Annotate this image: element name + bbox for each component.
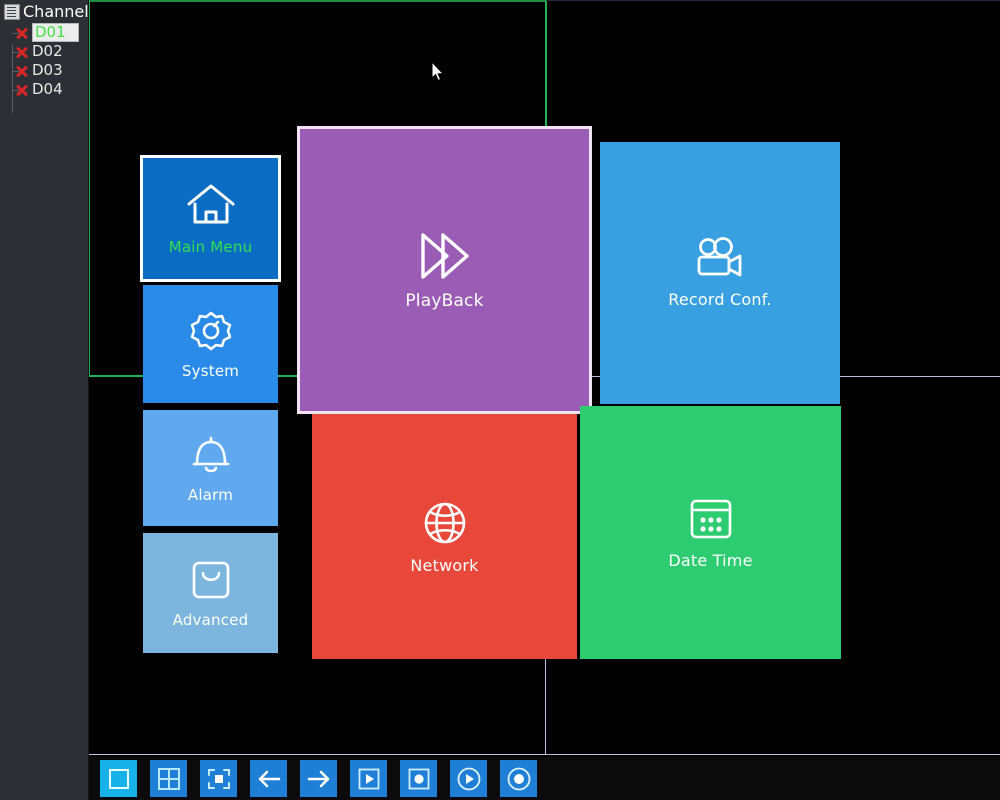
- x-mark-icon[interactable]: [14, 63, 30, 79]
- toolbar-button-fullscreen-view[interactable]: [200, 760, 237, 797]
- channel-label: D03: [32, 61, 63, 79]
- list-icon: [4, 4, 20, 20]
- gear-icon: [189, 309, 233, 353]
- menu-tile-record-conf[interactable]: Record Conf.: [600, 142, 840, 404]
- x-mark-icon[interactable]: [14, 25, 30, 41]
- menu-tile-network[interactable]: Network: [312, 414, 577, 659]
- channel-header: Channel: [0, 0, 89, 22]
- menu-tile-playback[interactable]: PlayBack: [297, 126, 592, 414]
- menu-tile-label: Alarm: [187, 485, 234, 504]
- single-pane-icon: [107, 767, 131, 791]
- grid-divider-top-right: [546, 0, 1000, 1]
- channel-list-item-d01[interactable]: D01: [0, 23, 88, 42]
- x-mark-icon[interactable]: [14, 82, 30, 98]
- channel-list-item-d02[interactable]: D02: [0, 42, 88, 61]
- arrow-right-icon: [306, 768, 332, 790]
- menu-tile-label: Date Time: [668, 550, 753, 570]
- menu-tile-label: Main Menu: [168, 238, 253, 256]
- arrow-cursor-icon: [431, 60, 445, 82]
- channel-list-item-d04[interactable]: D04: [0, 80, 88, 99]
- toolbar-button-play-circle[interactable]: [450, 760, 487, 797]
- circle-play-icon: [456, 766, 482, 792]
- menu-tile-main-menu[interactable]: Main Menu: [140, 155, 281, 282]
- channel-sidebar: Channel D01 D02 D03 D04: [0, 0, 89, 800]
- menu-tile-date-time[interactable]: Date Time: [580, 406, 841, 659]
- toolbar-button-record-square[interactable]: [400, 760, 437, 797]
- toolbar-button-previous[interactable]: [250, 760, 287, 797]
- quad-pane-icon: [157, 767, 181, 791]
- channel-label: D04: [32, 80, 63, 98]
- toolbox-icon: [189, 558, 233, 602]
- menu-tile-advanced[interactable]: Advanced: [143, 533, 278, 653]
- arrow-left-icon: [256, 768, 282, 790]
- channel-header-label: Channel: [23, 2, 89, 21]
- square-record-icon: [407, 767, 431, 791]
- menu-tile-label: Network: [410, 555, 479, 575]
- home-icon: [184, 181, 238, 229]
- nvr-app-window: Channel D01 D02 D03 D04 Main Menu System…: [0, 0, 1000, 800]
- menu-tile-label: Advanced: [172, 610, 249, 629]
- toolbar-button-play-square[interactable]: [350, 760, 387, 797]
- bottom-toolbar: [89, 757, 1000, 800]
- channel-list: D01 D02 D03 D04: [0, 23, 88, 99]
- menu-tile-label: Record Conf.: [668, 290, 772, 309]
- fast-forward-icon: [417, 230, 473, 282]
- circle-record-icon: [506, 766, 532, 792]
- grid-divider-bottom: [88, 754, 1000, 755]
- grid-divider-top: [88, 0, 545, 2]
- x-mark-icon[interactable]: [14, 44, 30, 60]
- toolbar-button-single-view[interactable]: [100, 760, 137, 797]
- channel-list-item-d03[interactable]: D03: [0, 61, 88, 80]
- bell-icon: [188, 433, 234, 477]
- menu-tile-label: System: [181, 361, 240, 380]
- video-camera-icon: [694, 237, 746, 281]
- toolbar-button-quad-view[interactable]: [150, 760, 187, 797]
- fullscreen-icon: [206, 767, 232, 791]
- globe-icon: [421, 499, 469, 547]
- menu-tile-system[interactable]: System: [143, 285, 278, 403]
- toolbar-button-record-circle[interactable]: [500, 760, 537, 797]
- toolbar-button-next[interactable]: [300, 760, 337, 797]
- square-play-icon: [357, 767, 381, 791]
- channel-label: D02: [32, 42, 63, 60]
- menu-tile-label: PlayBack: [405, 290, 484, 311]
- channel-label: D01: [32, 23, 79, 42]
- menu-tile-alarm[interactable]: Alarm: [143, 410, 278, 526]
- calendar-icon: [687, 496, 735, 542]
